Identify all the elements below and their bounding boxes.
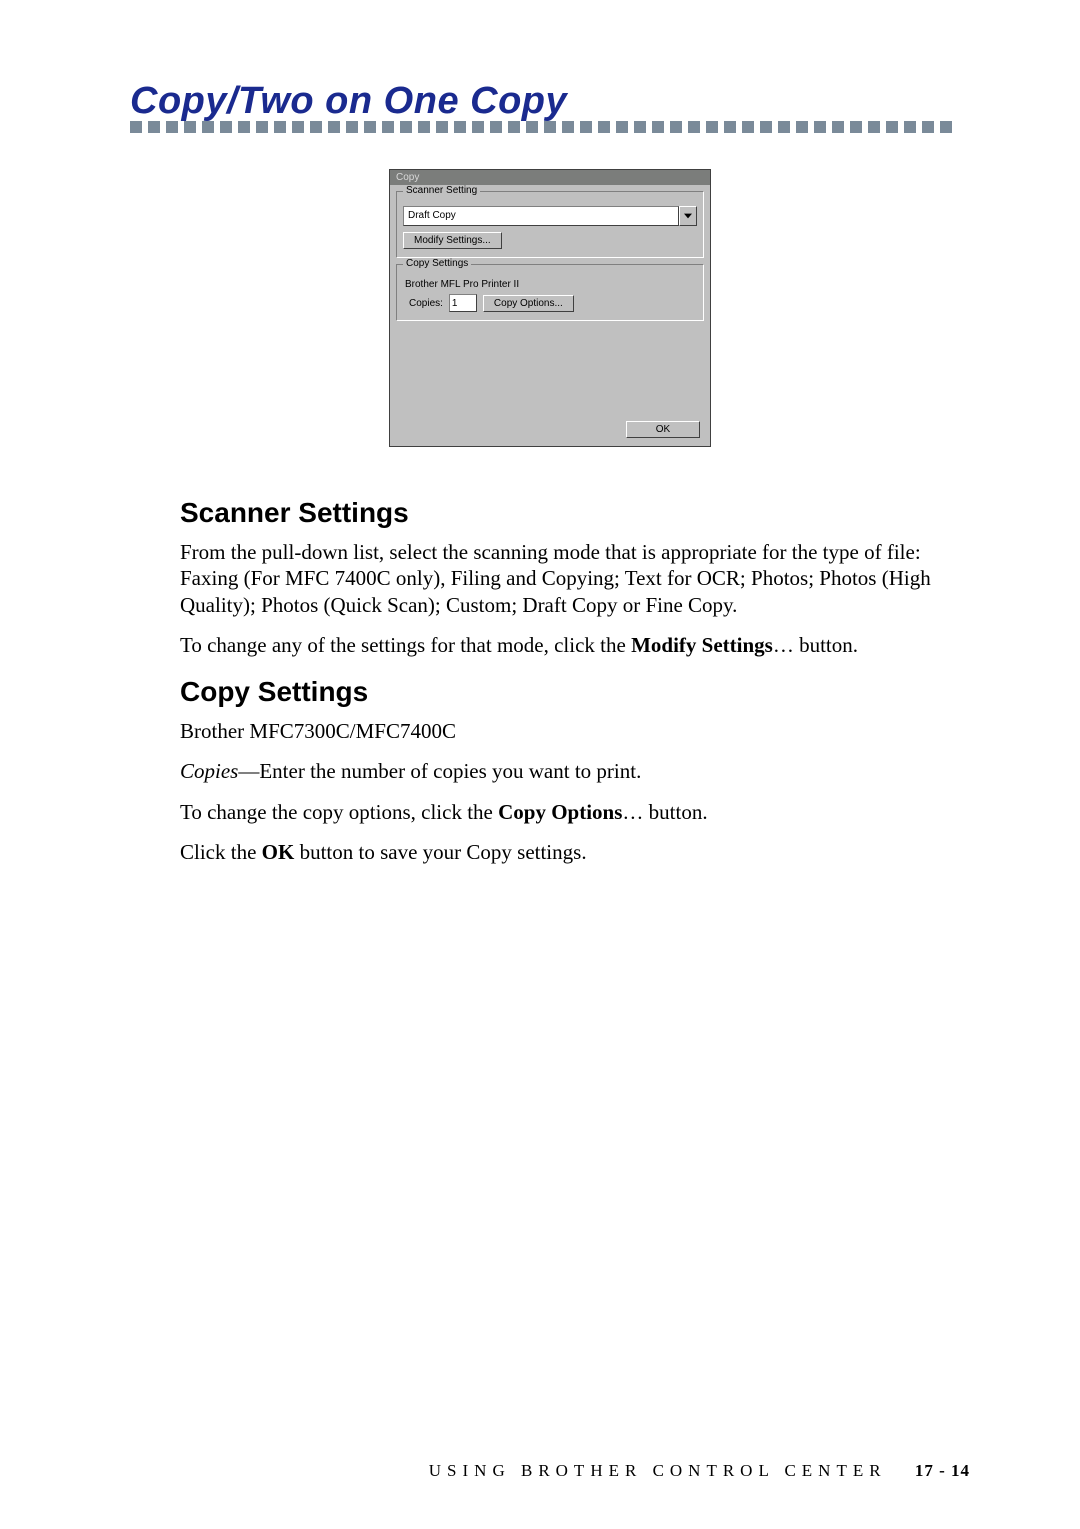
copy-settings-p4: Click the OK button to save your Copy se… — [180, 839, 970, 865]
page-footer: USING BROTHER CONTROL CENTER 17 - 14 — [429, 1461, 970, 1481]
footer-text: USING BROTHER CONTROL CENTER — [429, 1461, 887, 1480]
copies-ital: Copies — [180, 759, 238, 783]
text-span: … button. — [773, 633, 858, 657]
scanner-settings-heading: Scanner Settings — [180, 497, 970, 529]
text-span: —Enter the number of copies you want to … — [238, 759, 641, 783]
copies-label: Copies: — [409, 298, 443, 309]
modify-settings-bold: Modify Settings — [631, 633, 773, 657]
printer-name: Brother MFL Pro Printer II — [405, 279, 697, 290]
scan-mode-selected[interactable]: Draft Copy — [403, 206, 679, 226]
chevron-down-icon[interactable] — [679, 206, 697, 226]
copy-settings-heading: Copy Settings — [180, 676, 970, 708]
copy-options-bold: Copy Options — [498, 800, 622, 824]
text-span: … button. — [622, 800, 707, 824]
copies-input[interactable] — [449, 294, 477, 312]
page-number: 17 - 14 — [915, 1461, 970, 1480]
copy-settings-group: Copy Settings Brother MFL Pro Printer II… — [396, 264, 704, 321]
dialog-title: Copy — [390, 170, 710, 185]
copy-settings-p2: Copies—Enter the number of copies you wa… — [180, 758, 970, 784]
copy-options-button[interactable]: Copy Options... — [483, 295, 574, 312]
text-span: To change the copy options, click the — [180, 800, 498, 824]
modify-settings-button[interactable]: Modify Settings... — [403, 232, 502, 249]
scanner-setting-group: Scanner Setting Draft Copy Modify Settin… — [396, 191, 704, 258]
copy-settings-p1: Brother MFC7300C/MFC7400C — [180, 718, 970, 744]
ok-button[interactable]: OK — [626, 421, 700, 438]
copy-settings-p3: To change the copy options, click the Co… — [180, 799, 970, 825]
scanner-settings-p2: To change any of the settings for that m… — [180, 632, 970, 658]
ok-bold: OK — [262, 840, 295, 864]
text-span: button to save your Copy settings. — [294, 840, 586, 864]
scan-mode-dropdown[interactable]: Draft Copy — [403, 206, 697, 226]
text-span: To change any of the settings for that m… — [180, 633, 631, 657]
copy-dialog: Copy Scanner Setting Draft Copy Modify S… — [389, 169, 711, 447]
title-underline-squares — [130, 121, 970, 133]
scanner-setting-legend: Scanner Setting — [403, 185, 480, 196]
page-title: Copy/Two on One Copy — [130, 80, 970, 123]
text-span: Click the — [180, 840, 262, 864]
scanner-settings-p1: From the pull-down list, select the scan… — [180, 539, 970, 618]
copy-settings-legend: Copy Settings — [403, 258, 471, 269]
